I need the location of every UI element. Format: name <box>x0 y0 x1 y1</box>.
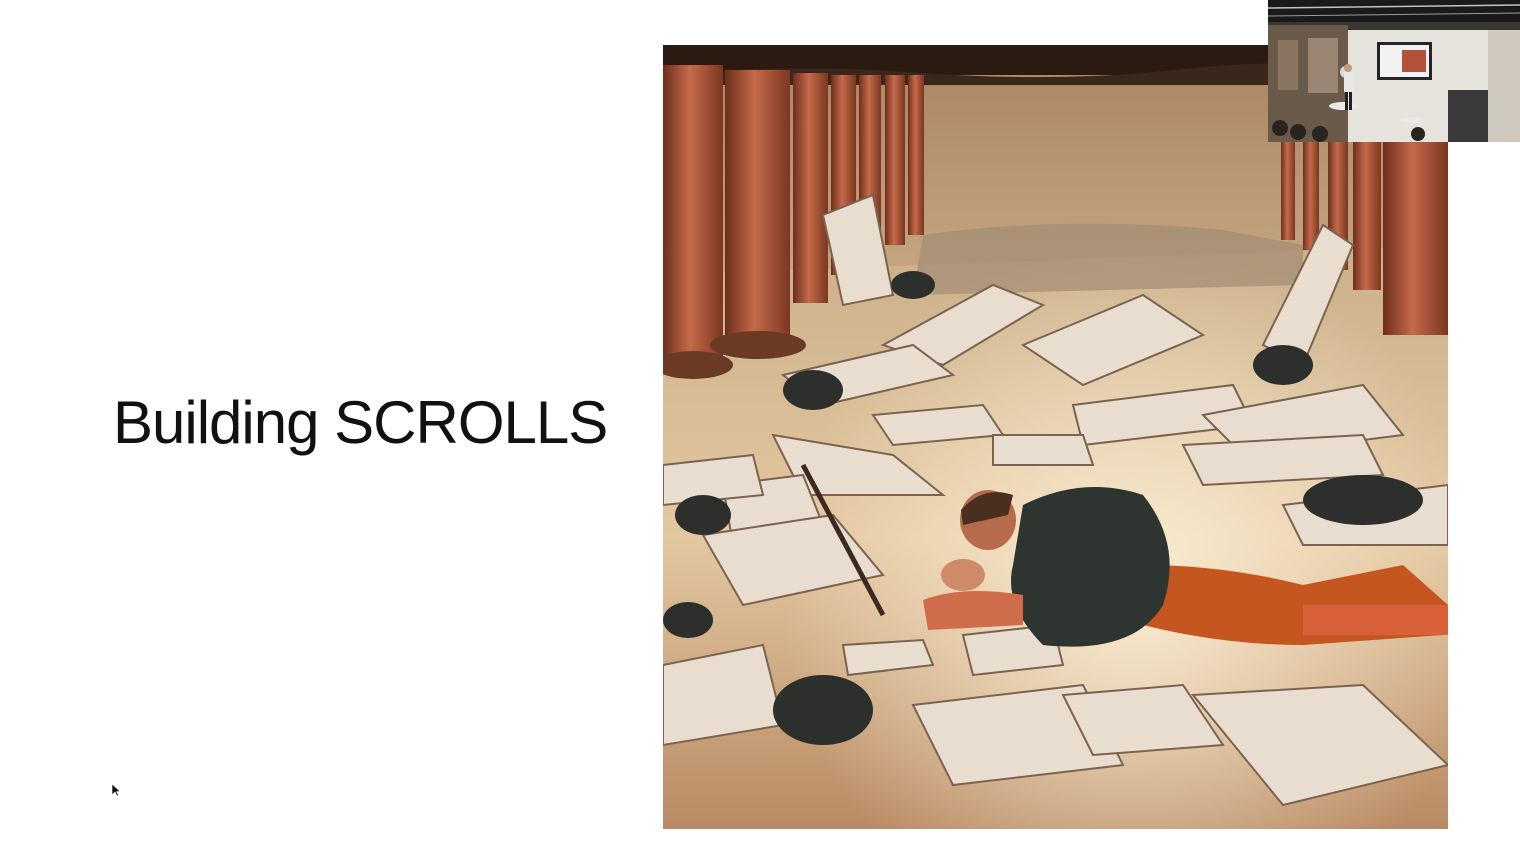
painting-illustration <box>663 45 1448 829</box>
presenter-webcam <box>1268 0 1520 142</box>
slide-title: Building SCROLLS <box>113 389 608 456</box>
painting-image <box>663 45 1448 829</box>
presentation-slide: Building SCROLLS <box>0 0 1520 857</box>
mouse-pointer-icon <box>112 784 120 797</box>
webcam-scene <box>1268 0 1520 142</box>
